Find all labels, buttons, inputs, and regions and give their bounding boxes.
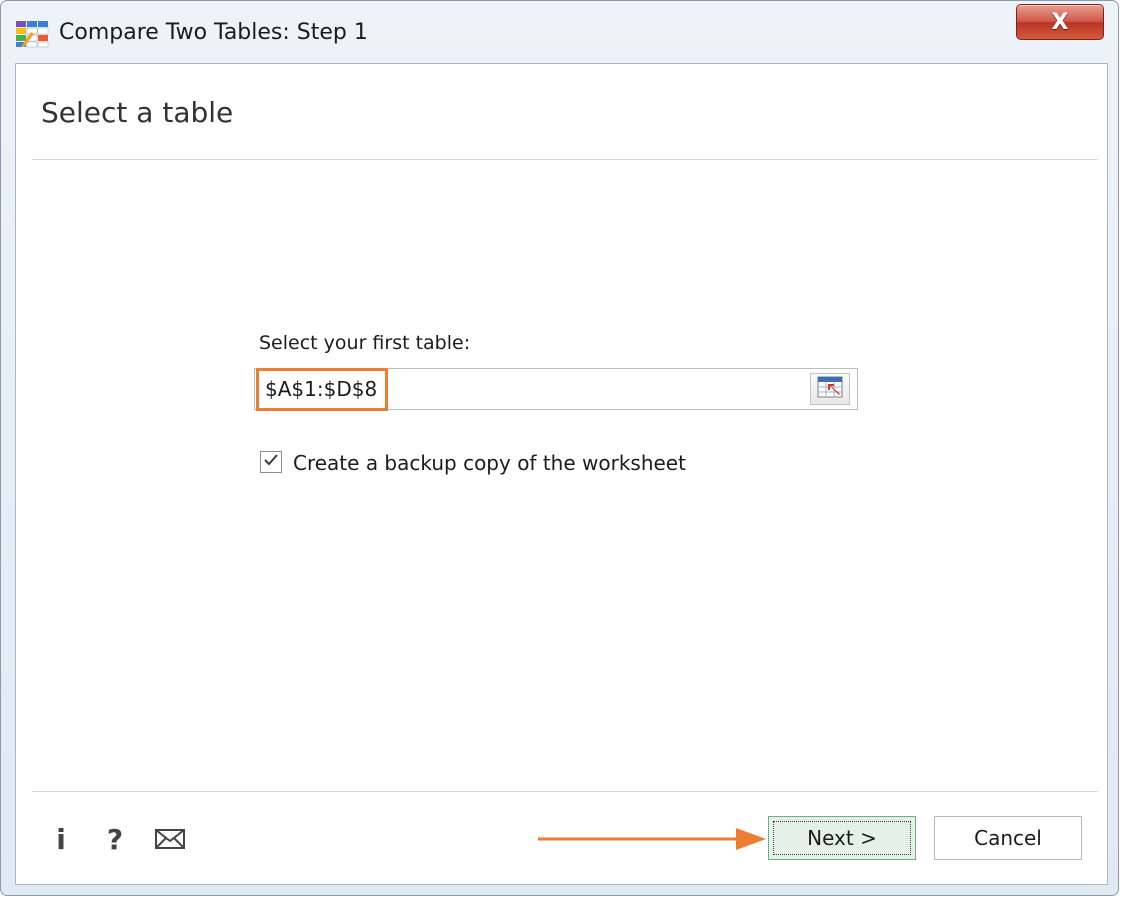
info-icon[interactable]: i xyxy=(50,823,72,856)
cancel-button[interactable]: Cancel xyxy=(934,816,1082,860)
mail-icon[interactable] xyxy=(154,824,186,854)
dialog-window: Compare Two Tables: Step 1 X Select a ta… xyxy=(0,0,1119,896)
header-divider xyxy=(32,159,1098,160)
range-picker-button[interactable] xyxy=(810,373,850,405)
close-icon: X xyxy=(1051,9,1069,35)
next-button[interactable]: Next > xyxy=(768,816,916,860)
range-label: Select your first table: xyxy=(259,332,471,354)
close-button[interactable]: X xyxy=(1016,4,1104,40)
title-bar: Compare Two Tables: Step 1 X xyxy=(1,1,1118,61)
compare-tables-icon xyxy=(15,20,49,48)
range-input-value: $A$1:$D$8 xyxy=(265,377,378,401)
next-button-focus-ring xyxy=(773,821,911,855)
footer-divider xyxy=(32,791,1098,792)
range-select-icon xyxy=(817,376,843,403)
page-title: Select a table xyxy=(41,96,234,129)
help-icon[interactable]: ? xyxy=(102,823,128,856)
checkmark-icon xyxy=(263,453,279,472)
window-title: Compare Two Tables: Step 1 xyxy=(59,20,368,45)
range-input[interactable]: $A$1:$D$8 xyxy=(254,368,858,410)
cancel-button-label: Cancel xyxy=(974,826,1042,850)
backup-checkbox[interactable] xyxy=(260,451,282,473)
arrow-right-icon xyxy=(536,824,776,854)
dialog-content: Select a table Select your first table: … xyxy=(15,63,1108,885)
backup-checkbox-label[interactable]: Create a backup copy of the worksheet xyxy=(293,451,686,475)
